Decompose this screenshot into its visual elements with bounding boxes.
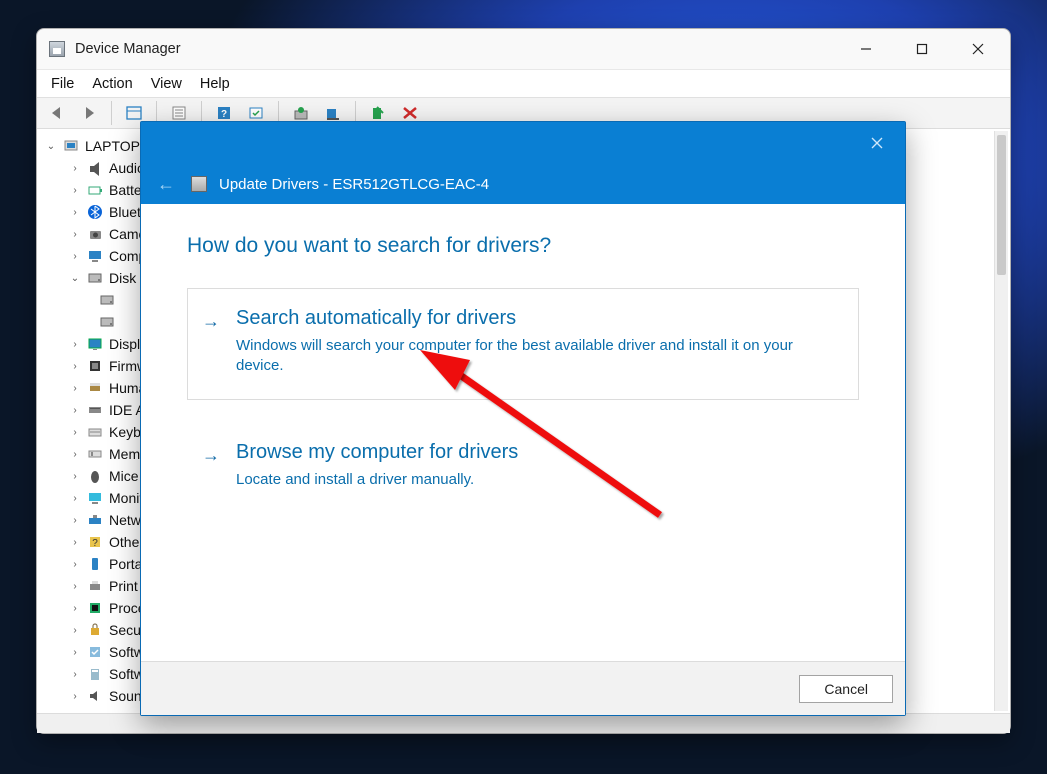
option-search-automatically[interactable]: → Search automatically for drivers Windo… [187, 288, 859, 400]
tree-label: LAPTOP [85, 138, 140, 154]
option-description: Windows will search your computer for th… [236, 336, 838, 377]
dialog-back-button[interactable]: ← [153, 174, 179, 195]
menu-help[interactable]: Help [200, 76, 230, 92]
arrow-icon: → [202, 445, 220, 466]
bluetooth-icon [87, 204, 103, 220]
menu-view[interactable]: View [151, 76, 182, 92]
dialog-close-button[interactable] [857, 128, 897, 158]
option-browse-computer[interactable]: → Browse my computer for drivers Locate … [187, 422, 859, 513]
close-button[interactable] [950, 29, 1006, 69]
dialog-title: Update Drivers - ESR512GTLCG-EAC-4 [219, 176, 489, 193]
device-icon [191, 176, 207, 192]
svg-text:?: ? [92, 538, 98, 549]
print-icon [87, 578, 103, 594]
scrollbar-thumb[interactable] [997, 135, 1006, 275]
svg-text:?: ? [221, 109, 227, 120]
security-icon [87, 622, 103, 638]
vertical-scrollbar[interactable] [994, 131, 1008, 711]
option-title: Browse my computer for drivers [236, 441, 838, 464]
battery-icon [87, 182, 103, 198]
forward-button[interactable] [75, 100, 103, 126]
app-icon [49, 41, 65, 57]
back-button[interactable] [43, 100, 71, 126]
title-bar[interactable]: Device Manager [37, 29, 1010, 69]
mouse-icon [87, 468, 103, 484]
network-icon [87, 512, 103, 528]
portable-icon [87, 556, 103, 572]
option-description: Locate and install a driver manually. [236, 470, 838, 490]
sound-icon [87, 688, 103, 704]
menu-action[interactable]: Action [92, 76, 132, 92]
camera-icon [87, 226, 103, 242]
dialog-caption-bar[interactable] [141, 122, 905, 164]
arrow-icon: → [202, 311, 220, 332]
ide-icon [87, 402, 103, 418]
memory-icon [87, 446, 103, 462]
other-icon: ? [87, 534, 103, 550]
audio-icon [87, 160, 103, 176]
dialog-footer: Cancel [141, 661, 905, 715]
monitor2-icon [87, 490, 103, 506]
keyboard-icon [87, 424, 103, 440]
monitor-icon [87, 248, 103, 264]
disk-icon [87, 270, 103, 286]
cpu-icon [87, 600, 103, 616]
window-title: Device Manager [75, 41, 181, 57]
option-title: Search automatically for drivers [236, 307, 838, 330]
dialog-heading: How do you want to search for drivers? [187, 234, 859, 258]
disk-icon [99, 292, 115, 308]
softcomp-icon [87, 644, 103, 660]
status-bar [37, 713, 1010, 733]
menu-bar: File Action View Help [37, 69, 1010, 98]
update-drivers-dialog: ← Update Drivers - ESR512GTLCG-EAC-4 How… [140, 121, 906, 716]
maximize-button[interactable] [894, 29, 950, 69]
menu-file[interactable]: File [51, 76, 74, 92]
computer-icon [63, 138, 79, 154]
softdev-icon [87, 666, 103, 682]
hid-icon [87, 380, 103, 396]
cancel-button[interactable]: Cancel [799, 675, 893, 703]
minimize-button[interactable] [838, 29, 894, 69]
disk-icon [99, 314, 115, 330]
display-icon [87, 336, 103, 352]
firmware-icon [87, 358, 103, 374]
